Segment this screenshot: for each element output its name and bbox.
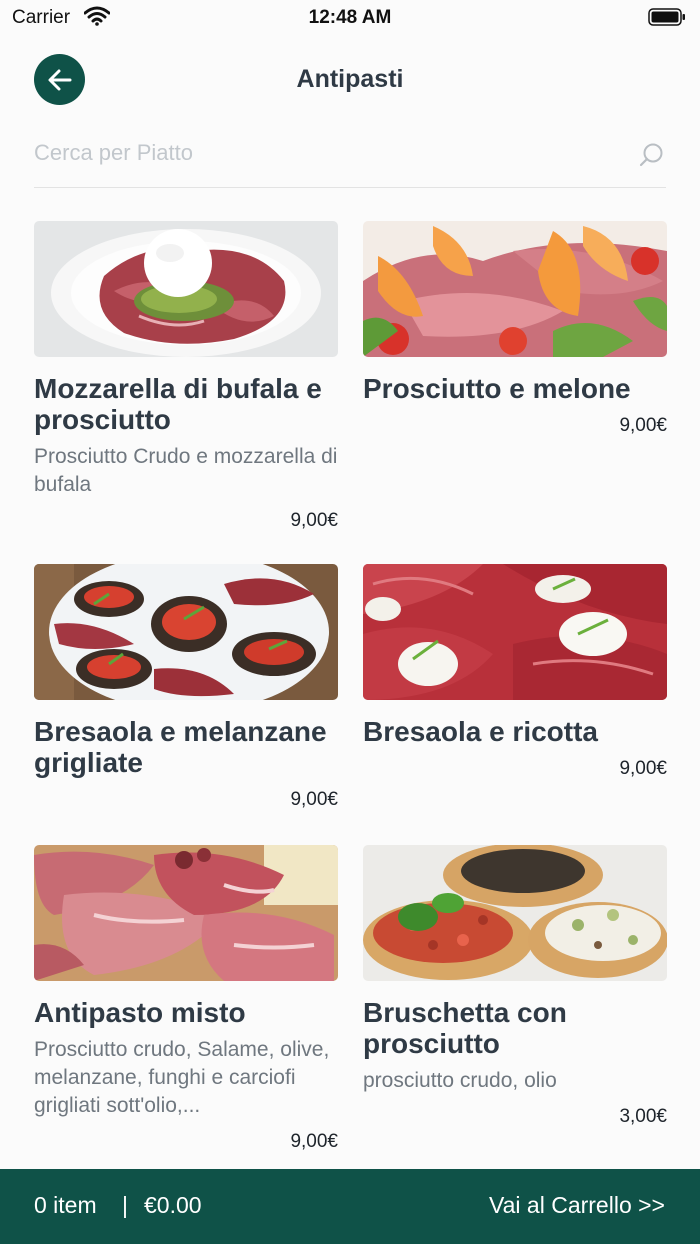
dish-name: Bresaola e ricotta: [363, 716, 598, 747]
dish-image: [363, 564, 667, 700]
dish-card[interactable]: Antipasto misto Prosciutto crudo, Salame…: [34, 845, 338, 1154]
cart-separator: |: [122, 1192, 128, 1218]
dish-image: [363, 845, 667, 981]
dish-image: [34, 564, 338, 700]
dish-name: Bruschetta con prosciutto: [363, 997, 567, 1059]
dish-price: 9,00€: [619, 415, 667, 436]
dish-price: 9,00€: [290, 510, 338, 531]
dish-name: Bresaola e melanzane grigliate: [34, 716, 327, 778]
search-input[interactable]: [34, 128, 629, 178]
cart-total: €0.00: [144, 1192, 202, 1218]
status-time: 12:48 AM: [308, 7, 392, 28]
search-icon[interactable]: [639, 142, 665, 168]
cart-bar: 0 item | €0.00 Vai al Carrello >>: [0, 1169, 700, 1244]
cart-item-count: 0 item: [34, 1192, 97, 1218]
dish-name: Antipasto misto: [34, 997, 246, 1028]
dish-image: [34, 221, 338, 357]
search-divider: [34, 187, 666, 188]
dish-name: Mozzarella di bufala e prosciutto: [34, 373, 322, 435]
dish-image: [34, 845, 338, 981]
dish-price: 9,00€: [619, 758, 667, 779]
dish-description: Prosciutto crudo, Salame, olive, melanza…: [34, 1038, 330, 1117]
dish-price: 9,00€: [290, 789, 338, 810]
dish-description: Prosciutto Crudo e mozzarella di bufala: [34, 445, 338, 496]
dish-card[interactable]: Bruschetta con prosciutto prosciutto cru…: [363, 845, 667, 1129]
go-to-cart-button[interactable]: Vai al Carrello >>: [489, 1192, 665, 1219]
dish-description: prosciutto crudo, olio: [363, 1069, 557, 1092]
battery-icon: [648, 8, 685, 26]
dish-card[interactable]: Mozzarella di bufala e prosciutto Prosci…: [34, 221, 338, 533]
page-title: Antipasti: [296, 65, 404, 93]
dish-name: Prosciutto e melone: [363, 373, 631, 404]
status-bar: Carrier 12:48 AM: [0, 0, 700, 36]
dish-price: 9,00€: [290, 1131, 338, 1152]
dish-image: [363, 221, 667, 357]
dish-card[interactable]: Bresaola e ricotta 9,00€: [363, 564, 667, 781]
dish-price: 3,00€: [619, 1106, 667, 1127]
dish-card[interactable]: Bresaola e melanzane grigliate 9,00€: [34, 564, 338, 812]
dish-card[interactable]: Prosciutto e melone 9,00€: [363, 221, 667, 438]
